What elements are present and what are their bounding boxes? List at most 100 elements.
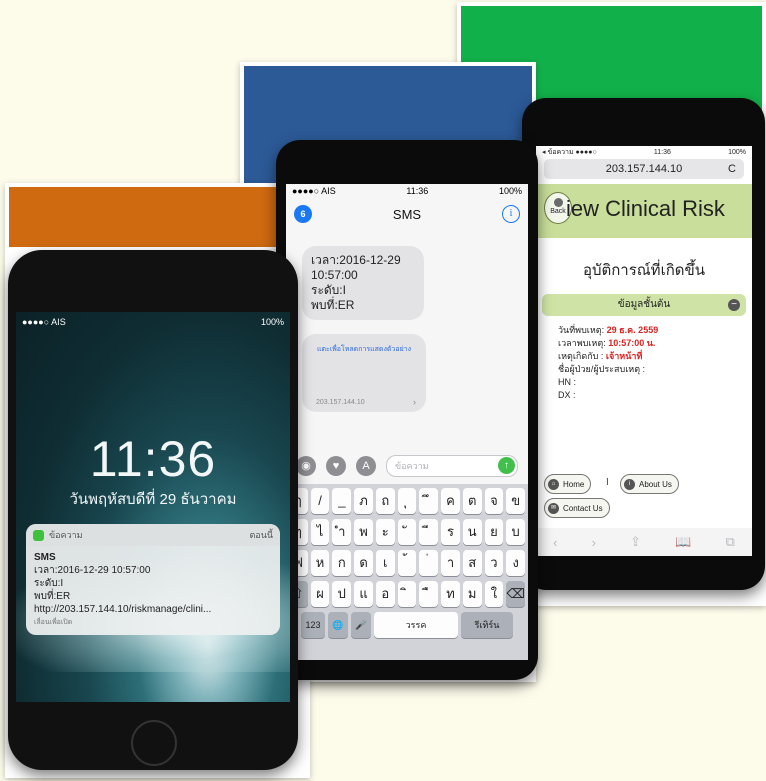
key[interactable]: ถ [375,488,395,514]
key[interactable]: ค [441,488,460,514]
tabs-icon[interactable]: ⧉ [726,534,735,550]
sms-screen: ●●●●○ AIS 11:36 100% 6 SMS i เวลา:2016-1… [286,184,528,660]
key[interactable]: ื [419,581,439,607]
key[interactable]: ด [354,550,373,576]
home-icon: ⌂ [548,478,559,490]
sms-notification[interactable]: ข้อความ ตอนนี้ SMS เวลา:2016-12-29 10:57… [26,524,280,635]
orange-band [9,187,306,247]
microphone-icon[interactable]: 🎤 [351,612,371,638]
camera-icon[interactable]: ◉ [296,456,316,476]
info-icon[interactable]: i [502,205,520,223]
contact-label: Contact Us [563,503,603,513]
browser-toolbar: ‹ › ⇪ 📖 ⧉ [536,528,752,556]
message-bubble[interactable]: เวลา:2016-12-29 10:57:00 ระดับ:I พบที่:E… [302,246,424,320]
key[interactable]: น [462,519,482,545]
key[interactable]: ี [419,519,439,545]
key[interactable]: ท [441,581,460,607]
message-input[interactable]: ข้อความ ↑ [386,455,518,477]
key[interactable]: ุ [397,488,417,514]
home-button[interactable] [131,720,177,766]
space-key[interactable]: วรรค [374,612,458,638]
notification-title: SMS [34,552,56,563]
message-input-row: ◉ ♥ A ข้อความ ↑ [286,452,528,480]
key[interactable]: ห [310,550,330,576]
status-battery: 100% [498,185,522,196]
home-button[interactable]: ⌂ Home [544,474,592,494]
key[interactable]: แ [354,581,373,607]
key[interactable]: ่ [419,550,439,576]
key[interactable]: อ [375,581,395,607]
back-nav-icon[interactable]: ‹ [553,535,557,550]
delete-key[interactable]: ⌫ [506,581,526,607]
contact-button[interactable]: ✉ Contact Us [544,498,610,518]
detail-row: เวลาพบเหตุ: 10:57:00 น. [558,338,656,348]
link-preview-text: แตะเพื่อโหลดการแสดงตัวอย่าง [316,346,412,353]
about-button[interactable]: i About Us [620,474,679,494]
key[interactable]: ก [332,550,352,576]
section-toggle[interactable]: ข้อมูลชั้นต้น − [542,294,746,316]
key[interactable]: ภ [354,488,373,514]
key[interactable]: ะ [375,519,395,545]
key[interactable]: ป [332,581,352,607]
lock-screen: ●●●●○ AIS 100% 11:36 วันพฤหัสบดีที่ 29 ธ… [16,312,290,702]
status-left: ◂ ข้อความ ●●●●○ [542,148,597,156]
about-label: About Us [639,479,672,489]
detail-row: DX : [558,390,576,400]
send-icon[interactable]: ↑ [498,457,515,474]
key[interactable]: ง [506,550,526,576]
key[interactable]: ั [397,519,417,545]
link-preview-bubble[interactable]: แตะเพื่อโหลดการแสดงตัวอย่าง 203.157.144.… [302,334,426,412]
key[interactable]: ม [462,581,482,607]
key[interactable]: ส [462,550,482,576]
notification-line: เวลา:2016-12-29 10:57:00 [34,565,151,576]
key[interactable]: ึ [419,488,439,514]
contact-icon: ✉ [548,502,559,514]
home-label: Home [563,479,585,489]
key[interactable]: ำ [332,519,352,545]
notification-line: ระดับ:I [34,578,64,589]
key[interactable]: พ [354,519,373,545]
share-icon[interactable]: ⇪ [630,534,641,550]
back-button[interactable]: 6 [294,205,312,223]
key[interactable]: ข [506,488,526,514]
key[interactable]: เ [375,550,395,576]
key[interactable]: ร [441,519,460,545]
key[interactable]: / [310,488,330,514]
globe-icon[interactable]: 🌐 [328,612,348,638]
lock-date: วันพฤหัสบดีที่ 29 ธันวาคม [69,491,237,508]
key[interactable]: ไ [310,519,330,545]
numbers-key[interactable]: 123 [301,612,325,638]
messages-app-icon [33,529,44,541]
key[interactable]: _ [332,488,352,514]
incident-details: วันที่พบเหตุ: 29 ธ.ค. 2559 เวลาพบเหตุ: 1… [558,324,742,402]
page-header: Back iew Clinical Risk [536,184,752,238]
key[interactable]: ต [462,488,482,514]
key[interactable]: ้ [397,550,417,576]
key[interactable]: ว [484,550,504,576]
key[interactable]: ใ [484,581,504,607]
notification-app: ข้อความ [49,530,83,540]
keyboard-row: ๆ ไ ำ พ ะ ั ี ร น ย บ [288,519,526,545]
info-icon: i [624,478,635,490]
chevron-right-icon: › [413,397,416,407]
reload-icon[interactable]: C [728,159,736,179]
key[interactable]: ผ [310,581,330,607]
browser-screen: ◂ ข้อความ ●●●●○ 11:36 100% 203.157.144.1… [536,146,752,556]
bookmarks-icon[interactable]: 📖 [675,534,691,550]
app-store-icon[interactable]: A [356,456,376,476]
key[interactable]: ิ [397,581,417,607]
key[interactable]: ย [484,519,504,545]
status-carrier: ●●●●○ AIS [22,317,66,327]
heart-icon[interactable]: ♥ [326,456,346,476]
forward-nav-icon[interactable]: › [592,535,596,550]
address-bar[interactable]: 203.157.144.10 C [544,159,744,179]
return-key[interactable]: รีเทิร์น [461,612,513,638]
key[interactable]: า [441,550,460,576]
keyboard-row: ⇧ ผ ป แ อ ิ ื ท ม ใ ⌫ [288,581,526,607]
status-battery: 100% [260,317,284,327]
browser-status-bar: ◂ ข้อความ ●●●●○ 11:36 100% [536,146,752,158]
browser-phone: ◂ ข้อความ ●●●●○ 11:36 100% 203.157.144.1… [522,98,765,590]
keyboard-row: ๅ / _ ภ ถ ุ ึ ค ต จ ข [288,488,526,514]
key[interactable]: จ [484,488,504,514]
key[interactable]: บ [506,519,526,545]
